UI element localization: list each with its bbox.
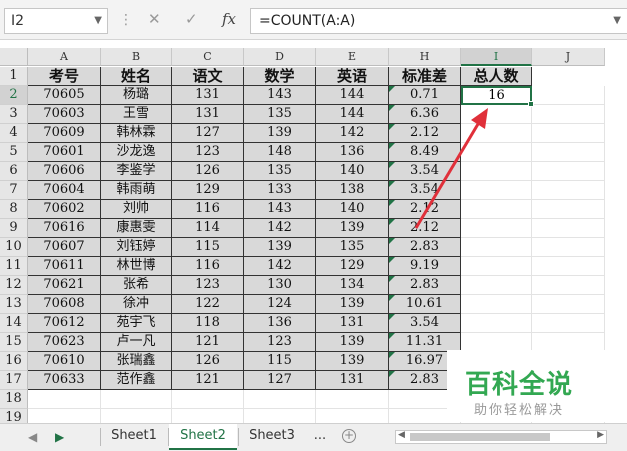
horizontal-scrollbar[interactable]: ◀ ▶ <box>395 430 607 444</box>
sheet-tab-bar: ◀ ▶ Sheet1 Sheet2 Sheet3 ... + ◀ ▶ <box>0 423 627 451</box>
add-sheet-icon[interactable]: + <box>342 429 356 443</box>
watermark-logo: 百科全说 助你轻松解决 <box>447 350 627 422</box>
scroll-left-arrow-icon[interactable]: ◀ <box>398 430 405 440</box>
tab-sheet1[interactable]: Sheet1 <box>102 424 166 450</box>
scroll-right-arrow-icon[interactable]: ▶ <box>597 430 604 440</box>
tab-sheet2[interactable]: Sheet2 <box>169 424 237 450</box>
scroll-left-icon[interactable]: ◀ <box>28 430 37 444</box>
tab-divider <box>100 428 101 446</box>
scrollbar-thumb[interactable] <box>410 433 550 441</box>
scroll-right-icon[interactable]: ▶ <box>55 430 64 444</box>
watermark-title: 百科全说 <box>465 370 574 400</box>
arrow-head <box>471 108 488 129</box>
tab-divider <box>238 428 239 446</box>
tab-sheet3[interactable]: Sheet3 <box>240 424 304 450</box>
arrow-line <box>414 118 483 229</box>
watermark-subtitle: 助你轻松解决 <box>474 403 565 418</box>
more-tabs-button[interactable]: ... <box>310 424 330 450</box>
